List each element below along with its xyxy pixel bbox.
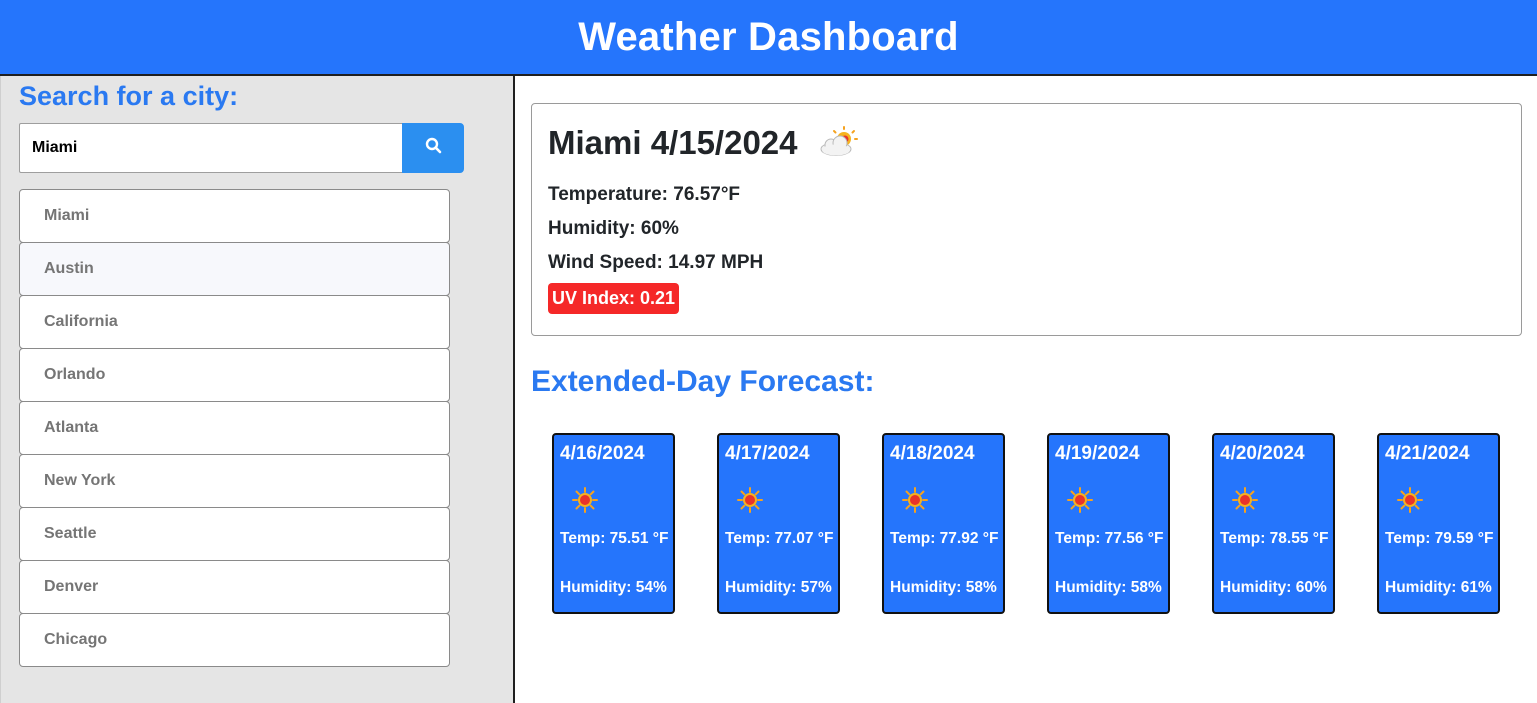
sun-icon xyxy=(1397,487,1423,518)
partly-cloudy-icon xyxy=(816,126,860,160)
history-item-new-york[interactable]: New York xyxy=(19,454,450,508)
sun-icon xyxy=(1067,487,1093,518)
sun-icon xyxy=(737,487,763,518)
history-item-label: California xyxy=(44,313,118,330)
history-item-label: Miami xyxy=(44,207,90,224)
forecast-card: 4/19/2024 Temp: 77.56 °F Humidity: 58% xyxy=(1047,433,1170,614)
current-weather-card: Miami 4/15/2024 Temperature: 76.57°F Hum… xyxy=(531,103,1522,336)
forecast-temp: Temp: 77.07 °F xyxy=(725,530,834,547)
current-temperature: Temperature: 76.57°F xyxy=(548,184,741,205)
history-item-label: Orlando xyxy=(44,366,106,383)
forecast-date: 4/18/2024 xyxy=(890,443,975,464)
city-search-input[interactable] xyxy=(19,123,402,173)
search-history-list: Miami Austin California Orlando Atlanta … xyxy=(19,189,450,667)
search-form xyxy=(19,123,464,173)
history-item-orlando[interactable]: Orlando xyxy=(19,348,450,402)
app-header: Weather Dashboard xyxy=(0,0,1537,76)
forecast-humidity: Humidity: 58% xyxy=(1055,579,1162,596)
history-item-austin[interactable]: Austin xyxy=(19,242,450,296)
forecast-date: 4/21/2024 xyxy=(1385,443,1470,464)
forecast-temp: Temp: 79.59 °F xyxy=(1385,530,1494,547)
search-heading: Search for a city: xyxy=(19,81,239,111)
history-item-atlanta[interactable]: Atlanta xyxy=(19,401,450,455)
current-city-date: Miami 4/15/2024 xyxy=(548,124,798,161)
history-item-label: New York xyxy=(44,472,116,489)
history-item-label: Seattle xyxy=(44,525,97,542)
page-title: Weather Dashboard xyxy=(578,14,959,59)
forecast-humidity: Humidity: 54% xyxy=(560,579,667,596)
forecast-temp: Temp: 78.55 °F xyxy=(1220,530,1329,547)
forecast-card: 4/18/2024 Temp: 77.92 °F Humidity: 58% xyxy=(882,433,1005,614)
forecast-temp: Temp: 75.51 °F xyxy=(560,530,669,547)
main-content: Miami 4/15/2024 Temperature: 76.57°F Hum… xyxy=(517,78,1537,703)
forecast-heading: Extended-Day Forecast: xyxy=(531,365,875,398)
sidebar: Search for a city: Miami Austin Californ… xyxy=(0,76,515,703)
forecast-humidity: Humidity: 60% xyxy=(1220,579,1327,596)
forecast-card: 4/21/2024 Temp: 79.59 °F Humidity: 61% xyxy=(1377,433,1500,614)
current-humidity: Humidity: 60% xyxy=(548,218,679,239)
search-icon xyxy=(425,137,442,159)
forecast-date: 4/16/2024 xyxy=(560,443,645,464)
forecast-card: 4/17/2024 Temp: 77.07 °F Humidity: 57% xyxy=(717,433,840,614)
history-item-seattle[interactable]: Seattle xyxy=(19,507,450,561)
forecast-date: 4/20/2024 xyxy=(1220,443,1305,464)
current-weather-heading: Miami 4/15/2024 xyxy=(548,124,860,162)
forecast-humidity: Humidity: 57% xyxy=(725,579,832,596)
forecast-date: 4/19/2024 xyxy=(1055,443,1140,464)
history-item-label: Denver xyxy=(44,578,99,595)
forecast-temp: Temp: 77.56 °F xyxy=(1055,530,1164,547)
forecast-humidity: Humidity: 58% xyxy=(890,579,997,596)
sun-icon xyxy=(902,487,928,518)
history-item-denver[interactable]: Denver xyxy=(19,560,450,614)
forecast-card: 4/16/2024 Temp: 75.51 °F Humidity: 54% xyxy=(552,433,675,614)
history-item-miami[interactable]: Miami xyxy=(19,189,450,243)
forecast-date: 4/17/2024 xyxy=(725,443,810,464)
history-item-chicago[interactable]: Chicago xyxy=(19,613,450,667)
forecast-card: 4/20/2024 Temp: 78.55 °F Humidity: 60% xyxy=(1212,433,1335,614)
sun-icon xyxy=(572,487,598,518)
history-item-label: Atlanta xyxy=(44,419,99,436)
search-button[interactable] xyxy=(402,123,464,173)
history-item-label: Chicago xyxy=(44,631,108,648)
forecast-humidity: Humidity: 61% xyxy=(1385,579,1492,596)
current-wind-speed: Wind Speed: 14.97 MPH xyxy=(548,252,764,273)
history-item-label: Austin xyxy=(44,260,94,277)
uv-index-badge: UV Index: 0.21 xyxy=(548,283,680,314)
forecast-temp: Temp: 77.92 °F xyxy=(890,530,999,547)
sun-icon xyxy=(1232,487,1258,518)
history-item-california[interactable]: California xyxy=(19,295,450,349)
